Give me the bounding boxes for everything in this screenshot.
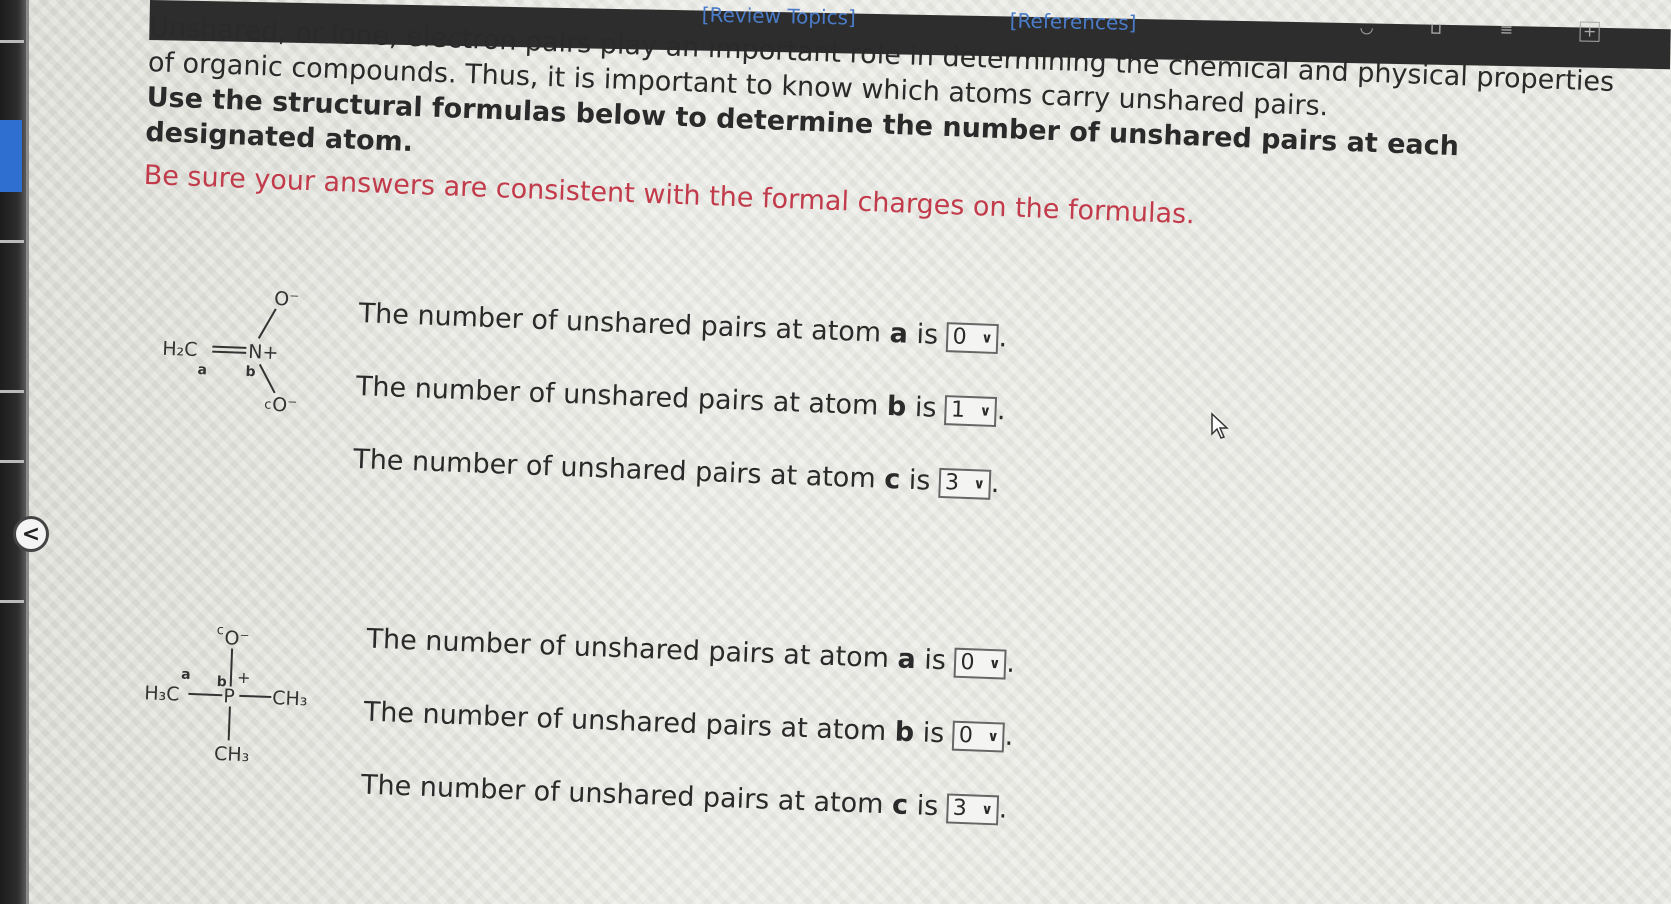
mol2-h3c: H₃C <box>144 682 180 705</box>
mol2-ch3-bottom: CH₃ <box>214 743 250 766</box>
sidebar-divider <box>0 240 24 243</box>
chevron-down-icon: ∨ <box>988 655 1001 672</box>
answer-select-set1-a[interactable]: 0 ∨ <box>946 321 1000 354</box>
mol1-n-plus: N+ <box>248 341 279 364</box>
bond-line <box>227 706 231 741</box>
sidebar-divider <box>0 390 24 393</box>
answer-select-set2-a[interactable]: 0 ∨ <box>953 647 1007 680</box>
molecule-2-structure: c O⁻ b + a H₃C P CH₃ CH₃ <box>144 623 308 766</box>
bond-line <box>239 694 272 699</box>
mol2-o-top: O⁻ <box>224 627 250 650</box>
answer-select-set1-c[interactable]: 3 ∨ <box>938 467 992 500</box>
answer-select-set2-c[interactable]: 3 ∨ <box>946 792 1000 825</box>
chevron-down-icon: ∨ <box>973 475 986 493</box>
mol2-label-a: a <box>181 667 191 683</box>
chevron-left-icon[interactable]: < <box>13 516 49 552</box>
sidebar-active-tab[interactable] <box>0 120 22 192</box>
mol2-label-c: c <box>216 623 224 638</box>
chevron-down-icon: ∨ <box>981 801 994 818</box>
bond-line <box>229 648 234 687</box>
mol1-label-b: b <box>245 364 256 380</box>
molecule-1-structure: H₂C N+ O⁻ c O⁻ a b <box>162 288 300 417</box>
bond-line <box>258 363 276 394</box>
answer-select-set1-b[interactable]: 1 ∨ <box>944 394 998 427</box>
mol2-plus: + <box>237 668 251 687</box>
add-icon[interactable]: + <box>1579 21 1600 42</box>
mol2-ch3-right: CH₃ <box>272 687 308 710</box>
double-bond-line <box>212 345 247 349</box>
mol1-h2c: H₂C <box>162 338 198 361</box>
chevron-down-icon: ∨ <box>979 402 992 420</box>
mol1-label-a: a <box>197 362 207 378</box>
bond-line <box>188 692 223 697</box>
chevron-down-icon: ∨ <box>980 329 993 347</box>
cursor-icon <box>1211 412 1229 439</box>
panel-edge <box>26 0 29 904</box>
references-link[interactable]: [References] <box>1010 9 1137 35</box>
review-topics-link[interactable]: [Review Topics] <box>702 3 856 30</box>
sidebar-divider <box>0 600 24 603</box>
mol1-label-c: c <box>264 398 272 413</box>
mol1-o-bottom: O⁻ <box>272 394 298 417</box>
left-sidebar <box>0 0 26 904</box>
toolbar-icon[interactable]: ⊔ <box>1430 19 1450 38</box>
toolbar-icon[interactable]: ≡ <box>1500 20 1520 39</box>
double-bond-line <box>212 350 247 354</box>
sidebar-divider <box>0 460 24 463</box>
mol1-o-top: O⁻ <box>274 288 300 311</box>
chevron-down-icon: ∨ <box>987 728 1000 745</box>
answer-select-set2-b[interactable]: 0 ∨ <box>952 720 1006 753</box>
mol2-p: P <box>223 685 235 707</box>
bond-line <box>257 308 277 339</box>
toolbar-icon[interactable]: ◡ <box>1360 17 1380 36</box>
sidebar-divider <box>0 40 24 43</box>
